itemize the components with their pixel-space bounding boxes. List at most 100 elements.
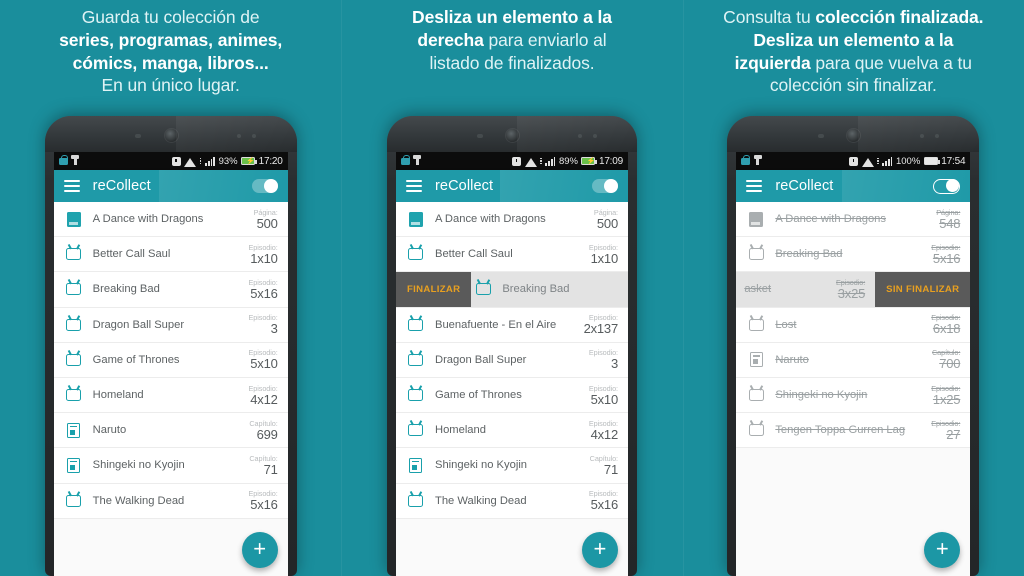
icon-cell (62, 211, 86, 227)
list-item-title: Dragon Ball Super (92, 318, 185, 331)
list-item-meta: Capítulo: 71 (249, 454, 278, 477)
hamburger-icon[interactable] (746, 180, 763, 192)
list-item[interactable]: Homeland Episodio: 4x12 (53, 377, 288, 414)
list-item-title: Lost (775, 318, 797, 331)
list-item[interactable]: Game of Thrones Episodio: 5x10 (53, 342, 288, 378)
caption-text: En un único lugar. (101, 75, 240, 96)
list-item[interactable]: A Dance with Dragons Página: 500 (53, 202, 288, 238)
list-item[interactable]: Shingeki no Kyojin Capítulo: 71 (395, 448, 628, 484)
tv-icon (66, 283, 82, 296)
list-item[interactable]: Naruto Capítulo: 700 (736, 342, 971, 378)
sensor-icon (135, 134, 142, 138)
icon-cell (404, 457, 428, 473)
list-item[interactable]: FINALIZAR Breaking Bad (395, 272, 628, 308)
list-item[interactable]: Dragon Ball Super Episodio: 3 (53, 307, 288, 343)
list-item-title: The Walking Dead (92, 494, 185, 507)
caption-line: Desliza un elemento a la (347, 6, 677, 29)
caption-line: listado de finalizados. (347, 52, 677, 75)
list-item[interactable]: Better Call Saul Episodio: 1x10 (53, 237, 288, 273)
meta-value: 1x10 (250, 250, 278, 266)
list-item-title: Breaking Bad (92, 283, 160, 296)
finished-filter-toggle[interactable] (933, 178, 961, 194)
caption-text: Consulta tu (723, 7, 816, 27)
add-item-fab[interactable]: + (581, 532, 618, 568)
icon-cell (404, 389, 428, 402)
list-item[interactable]: Shingeki no Kyojin Episodio: 1x25 (736, 377, 971, 414)
lock-icon (741, 154, 751, 165)
list-item-title: Shingeki no Kyojin (92, 459, 185, 472)
hamburger-icon[interactable] (63, 180, 80, 192)
list-item-meta: Episodio: 5x16 (249, 489, 279, 512)
meta-value: 27 (946, 426, 961, 442)
usb-icon (753, 155, 762, 165)
battery-icon: ⚡ (581, 156, 598, 166)
list-item[interactable]: Breaking Bad Episodio: 5x16 (736, 237, 971, 273)
status-bar: 89% ⚡ 17:09 (395, 152, 628, 170)
manga-icon (409, 457, 423, 473)
finalizar-action[interactable]: FINALIZAR (395, 272, 472, 307)
speaker-icon (919, 134, 924, 138)
list-item[interactable]: Shingeki no Kyojin Capítulo: 71 (53, 448, 288, 484)
icon-cell (744, 352, 768, 368)
list-item[interactable]: Lost Episodio: 6x18 (736, 307, 971, 343)
tv-icon (66, 318, 82, 331)
list-item[interactable]: The Walking Dead Episodio: 5x16 (395, 483, 628, 519)
cell-signal-icon (204, 156, 216, 166)
list-item[interactable]: asket Episodio: 3x25 SIN FINALIZAR (736, 272, 971, 308)
finished-filter-toggle[interactable] (251, 179, 278, 193)
list-item[interactable]: A Dance with Dragons Página: 548 (736, 202, 971, 238)
icon-cell (404, 318, 428, 331)
app-title: reCollect (775, 178, 834, 194)
list-item[interactable]: The Walking Dead Episodio: 5x16 (53, 483, 288, 519)
list-item[interactable]: Buenafuente - En el Aire Episodio: 2x137 (395, 307, 628, 343)
list-item[interactable]: Better Call Saul Episodio: 1x10 (395, 237, 628, 273)
list-item[interactable]: Naruto Capítulo: 699 (53, 413, 288, 449)
caption-text: Guarda tu colección de (81, 7, 260, 27)
list-item-meta: Episodio: 5x16 (249, 278, 279, 301)
caption-text: para que vuelva a tu (810, 52, 972, 73)
list-item[interactable]: Tengen Toppa Gurren Lag Episodio: 27 (736, 413, 971, 449)
collection-list[interactable]: A Dance with Dragons Página: 500 Better Cal… (395, 202, 628, 576)
list-item[interactable]: Game of Thrones Episodio: 5x10 (395, 377, 628, 414)
status-bar-clock: 17:54 (941, 155, 966, 167)
add-item-fab[interactable]: + (241, 532, 278, 568)
list-item[interactable]: Breaking Bad Episodio: 5x16 (53, 272, 288, 308)
icon-cell (744, 211, 768, 227)
list-item-meta: Episodio: 1x25 (931, 384, 961, 407)
front-camera-icon (847, 129, 861, 142)
icon-cell (62, 457, 86, 473)
icon-cell (471, 283, 495, 296)
status-bar-clock: 17:20 (258, 155, 283, 167)
tv-icon (748, 318, 764, 331)
list-item-meta: Episodio: 5x10 (249, 348, 279, 371)
caption-line: En un único lugar. (6, 74, 336, 97)
icon-cell (404, 494, 428, 507)
collection-list[interactable]: A Dance with Dragons Página: 500 Better Cal… (53, 202, 288, 576)
caption-text: izquierda (734, 52, 811, 73)
tv-icon (66, 494, 82, 507)
collection-list[interactable]: A Dance with Dragons Página: 548 Breaking B… (736, 202, 971, 576)
alarm-icon (849, 156, 859, 166)
meta-value: 699 (256, 426, 278, 442)
icon-cell (404, 424, 428, 437)
sin-finalizar-action[interactable]: SIN FINALIZAR (875, 272, 971, 307)
list-item[interactable]: Homeland Episodio: 4x12 (395, 413, 628, 449)
list-item[interactable]: A Dance with Dragons Página: 500 (395, 202, 628, 238)
phone-bezel (44, 116, 297, 152)
hamburger-icon[interactable] (405, 180, 422, 192)
sensor-icon (252, 134, 257, 138)
front-camera-icon (164, 129, 178, 142)
meta-value: 3 (270, 321, 278, 337)
finished-filter-toggle[interactable] (591, 179, 618, 193)
icon-cell (404, 211, 428, 227)
list-item[interactable]: Dragon Ball Super Episodio: 3 (395, 342, 628, 378)
meta-value: 1x25 (932, 391, 961, 407)
caption-text: Desliza un elemento a la (753, 29, 954, 50)
list-item-meta: Episodio: 3 (249, 313, 279, 336)
list-item-meta: Episodio: 4x12 (589, 419, 619, 442)
list-item-meta: Página: 500 (594, 208, 619, 231)
phone-bezel (727, 116, 980, 152)
battery-percent: 89% (558, 155, 578, 167)
meta-value: 548 (939, 215, 961, 231)
phone-screen: 100% 17:54 reCollect A Dance with Dragons Pá… (736, 152, 971, 576)
